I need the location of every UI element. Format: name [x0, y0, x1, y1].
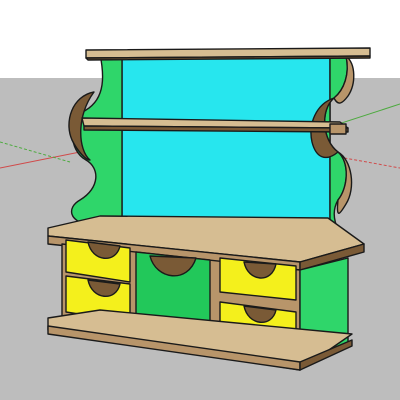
shelf-peg: [329, 123, 347, 135]
back-panel[interactable]: [121, 57, 331, 225]
scene[interactable]: [0, 0, 400, 400]
3d-viewport[interactable]: [0, 0, 400, 400]
